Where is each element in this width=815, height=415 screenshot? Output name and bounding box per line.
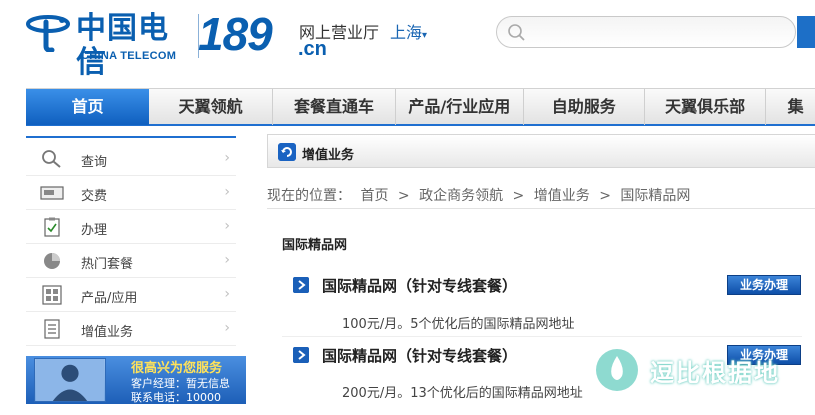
apply-service-button[interactable]: 业务办理 <box>727 275 801 295</box>
nav-item-package-express[interactable]: 套餐直通车 <box>273 89 397 125</box>
package-description: 100元/月。5个优化后的国际精品网地址 <box>342 317 575 332</box>
logo-chinese-text: 中国电信 <box>76 11 169 80</box>
nav-item-home[interactable]: 首页 <box>26 89 150 125</box>
section-title: 国际精品网 <box>282 238 348 253</box>
main-nav: 首页 天翼领航 套餐直通车 产品/行业应用 自助服务 天翼俱乐部 集 <box>26 88 815 126</box>
sidebar-item-handle[interactable]: 办理 › <box>26 210 236 244</box>
chevron-right-icon: › <box>224 150 230 166</box>
breadcrumb-item[interactable]: 首页 <box>360 188 388 204</box>
card-icon <box>40 186 64 200</box>
search-button[interactable] <box>797 16 815 48</box>
sidebar-item-label: 产品/应用 <box>81 291 138 306</box>
chevron-down-icon: ▾ <box>422 30 428 41</box>
manager-greeting: 很高兴为您服务 <box>131 361 223 376</box>
breadcrumb-item[interactable]: 国际精品网 <box>620 188 690 204</box>
account-manager-banner[interactable]: 很高兴为您服务 客户经理：暂无信息 联系电话：10000 <box>26 356 246 404</box>
sidebar-item-label: 查询 <box>81 155 108 170</box>
pie-icon <box>44 253 60 269</box>
clipboard-icon <box>44 217 60 237</box>
nav-item-tianyi-club[interactable]: 天翼俱乐部 <box>645 89 767 125</box>
breadcrumb-prefix: 现在的位置： <box>267 188 351 204</box>
avatar <box>34 358 106 402</box>
panel-header: 增值业务 <box>267 134 815 168</box>
search-box <box>496 16 796 48</box>
nav-item-self-service[interactable]: 自助服务 <box>524 89 645 125</box>
breadcrumb-separator: > <box>512 188 525 204</box>
package-description: 200元/月。13个优化后的国际精品网地址 <box>342 386 583 401</box>
arrow-right-icon <box>293 277 309 293</box>
sidebar-item-label: 办理 <box>81 223 108 238</box>
grid-icon <box>42 285 62 305</box>
chevron-right-icon: › <box>224 218 230 234</box>
nav-item-tianyi-lead[interactable]: 天翼领航 <box>149 89 273 125</box>
hall-label: 网上营业厅 <box>299 23 380 42</box>
divider <box>267 208 815 209</box>
region-label: 上海 <box>390 23 423 42</box>
breadcrumb: 现在的位置： 首页 > 政企商务领航 > 增值业务 > 国际精品网 <box>267 185 695 205</box>
divider <box>282 336 802 337</box>
package-title[interactable]: 国际精品网（针对专线套餐） <box>322 345 517 366</box>
chevron-right-icon: › <box>224 184 230 200</box>
breadcrumb-item[interactable]: 增值业务 <box>534 188 590 204</box>
sidebar-item-label: 交费 <box>81 189 108 204</box>
sidebar: 查询 › 交费 › 办理 › 热门套餐 › 产品/应用 › 增值业务 › <box>26 136 236 346</box>
sidebar-item-label: 增值业务 <box>81 325 134 340</box>
sidebar-item-hot-packages[interactable]: 热门套餐 › <box>26 244 236 278</box>
arrow-right-icon <box>293 347 309 363</box>
sidebar-item-payment[interactable]: 交费 › <box>26 176 236 210</box>
watermark-text: 逗比根据地 <box>650 359 780 387</box>
drop-logo-icon <box>596 349 638 391</box>
region-selector[interactable]: 上海▾ <box>390 19 427 43</box>
breadcrumb-separator: > <box>599 188 611 204</box>
chevron-right-icon: › <box>224 320 230 336</box>
magnifier-icon <box>42 150 61 168</box>
chevron-right-icon: › <box>224 252 230 268</box>
manager-phone: 联系电话：10000 <box>131 391 221 404</box>
sidebar-item-label: 热门套餐 <box>81 257 134 272</box>
sidebar-item-value-added[interactable]: 增值业务 › <box>26 312 236 346</box>
watermark: 逗比根据地 <box>594 345 794 393</box>
telecom-swirl-icon <box>26 15 70 52</box>
breadcrumb-separator: > <box>397 188 410 204</box>
brand-number: 189 <box>198 8 273 60</box>
refresh-icon <box>278 143 296 161</box>
sidebar-item-query[interactable]: 查询 › <box>26 142 236 176</box>
china-telecom-logo[interactable]: 中国电信 CHINA TELECOM <box>26 10 196 80</box>
search-input[interactable] <box>529 21 789 43</box>
sidebar-item-products[interactable]: 产品/应用 › <box>26 278 236 312</box>
breadcrumb-item[interactable]: 政企商务领航 <box>419 188 503 204</box>
package-title[interactable]: 国际精品网（针对专线套餐） <box>322 275 517 296</box>
logo-english-text: CHINA TELECOM <box>81 50 177 62</box>
list-icon <box>44 319 60 339</box>
chevron-right-icon: › <box>224 286 230 302</box>
search-icon <box>508 24 525 41</box>
panel-title: 增值业务 <box>302 148 355 163</box>
header: 中国电信 CHINA TELECOM 189 .cn 网上营业厅 上海▾ <box>0 0 815 80</box>
nav-item-more[interactable]: 集 <box>766 89 815 125</box>
nav-item-products[interactable]: 产品/行业应用 <box>396 89 524 125</box>
